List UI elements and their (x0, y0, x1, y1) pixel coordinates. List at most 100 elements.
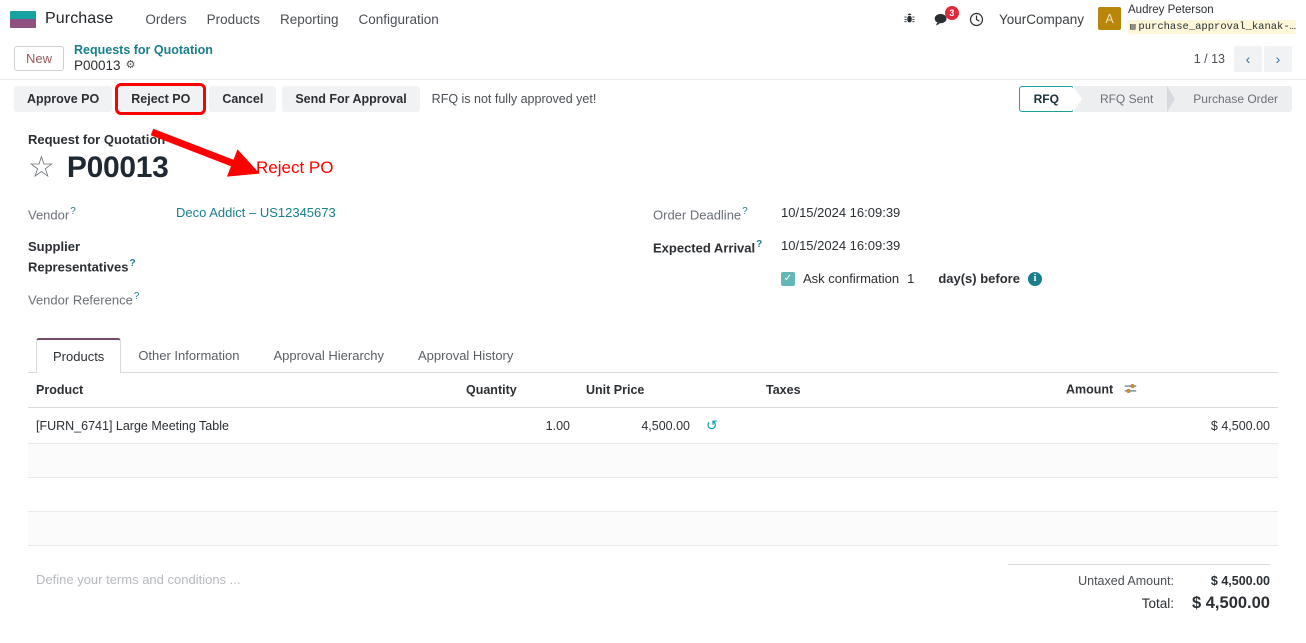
status-step-rfq[interactable]: RFQ (1018, 86, 1074, 112)
reset-price-icon[interactable]: ↺ (706, 417, 718, 434)
cell-quantity[interactable]: 1.00 (458, 407, 578, 445)
column-header-unit-price[interactable]: Unit Price (578, 373, 698, 409)
info-icon[interactable]: i (1027, 271, 1042, 286)
nav-menu-products[interactable]: Products (197, 8, 270, 31)
cell-product[interactable]: [FURN_6741] Large Meeting Table (28, 407, 458, 445)
form-columns: Vendor? Deco Addict – US12345673 Supplie… (28, 205, 1278, 323)
field-row-vendor-reference: Vendor Reference? (28, 290, 653, 310)
new-record-button[interactable]: New (14, 46, 65, 71)
column-header-amount[interactable]: Amount (1058, 373, 1278, 409)
column-header-amount-label: Amount (1066, 382, 1114, 397)
chat-icon[interactable]: 3 (934, 5, 959, 27)
page-title: P00013 (66, 151, 169, 184)
help-icon-expected-arrival[interactable]: ? (756, 239, 762, 250)
user-name: Audrey Peterson (1128, 4, 1214, 17)
company-selector[interactable]: YourCompany (999, 12, 1084, 27)
gear-icon[interactable]: ⚙ (126, 59, 136, 72)
send-for-approval-button[interactable]: Send For Approval (282, 86, 420, 112)
table-filler-row (28, 511, 1278, 547)
help-icon-order-deadline[interactable]: ? (742, 206, 748, 217)
app-brand-name[interactable]: Purchase (45, 10, 113, 28)
ask-confirmation-label: Ask confirmation (803, 271, 900, 287)
reject-po-button[interactable]: Reject PO (115, 83, 207, 115)
pager-previous-button[interactable]: ‹ (1234, 45, 1262, 72)
database-icon: ▤ (1130, 21, 1136, 32)
column-header-quantity[interactable]: Quantity (458, 373, 578, 409)
table-filler-row (28, 477, 1278, 513)
field-row-expected-arrival: Expected Arrival? 10/15/2024 16:09:39 (653, 238, 1278, 258)
terms-and-conditions-input[interactable]: Define your terms and conditions ... (36, 564, 1008, 616)
status-arrow-icon-2 (1167, 86, 1176, 112)
tab-products[interactable]: Products (36, 338, 122, 374)
cancel-button[interactable]: Cancel (209, 86, 277, 112)
database-tag: ▤ purchase_approval_kanak-… (1128, 19, 1296, 34)
pager-next-button[interactable]: › (1264, 45, 1292, 72)
clock-icon[interactable] (969, 12, 984, 27)
vendor-value[interactable]: Deco Addict – US12345673 (176, 205, 336, 220)
table-row[interactable]: [FURN_6741] Large Meeting Table 1.00 4,5… (28, 407, 1278, 445)
ask-confirmation-checkbox[interactable]: ✓ (781, 271, 795, 286)
supplier-representatives-label: Supplier Representatives? (28, 239, 136, 275)
sheet-footer: Define your terms and conditions ... Unt… (28, 564, 1278, 616)
ask-confirmation-row: ✓ Ask confirmation 1 day(s) before i (653, 271, 1278, 286)
breadcrumb-parent-link[interactable]: Requests for Quotation (74, 43, 213, 58)
notebook-tabs: Products Other Information Approval Hier… (28, 337, 1278, 374)
pager-counter: 1 / 13 (1193, 51, 1225, 66)
breadcrumb-current: P00013 ⚙ (74, 58, 213, 74)
untaxed-amount-value: $ 4,500.00 (1210, 574, 1270, 589)
order-deadline-value[interactable]: 10/15/2024 16:09:39 (781, 205, 900, 220)
cell-taxes[interactable] (758, 407, 1058, 445)
untaxed-amount-row: Untaxed Amount: $ 4,500.00 (1008, 571, 1270, 591)
tab-approval-history[interactable]: Approval History (401, 338, 530, 373)
column-header-taxes[interactable]: Taxes (758, 373, 1058, 409)
help-icon-vendor-reference[interactable]: ? (134, 291, 140, 302)
status-bar: RFQ RFQ Sent Purchase Order (1018, 86, 1292, 112)
help-icon-supplier-representatives[interactable]: ? (129, 258, 135, 269)
status-step-rfq-sent[interactable]: RFQ Sent (1082, 86, 1167, 112)
top-navbar: Purchase Orders Products Reporting Confi… (0, 0, 1306, 38)
form-left-column: Vendor? Deco Addict – US12345673 Supplie… (28, 205, 653, 323)
untaxed-amount-label: Untaxed Amount: (1078, 574, 1174, 589)
user-menu[interactable]: A Audrey Peterson ▤ purchase_approval_ka… (1098, 4, 1296, 34)
vendor-reference-label: Vendor Reference? (28, 291, 140, 308)
favorite-star-icon[interactable]: ☆ (28, 153, 55, 183)
form-right-column: Order Deadline? 10/15/2024 16:09:39 Expe… (653, 205, 1278, 323)
order-lines-body: [FURN_6741] Large Meeting Table 1.00 4,5… (28, 407, 1278, 547)
breadcrumb: Requests for Quotation P00013 ⚙ (74, 43, 213, 74)
cell-reset-price: ↺ (698, 407, 758, 445)
order-deadline-label: Order Deadline? (653, 206, 748, 223)
nav-menu-reporting[interactable]: Reporting (270, 8, 349, 31)
help-icon-vendor[interactable]: ? (70, 206, 76, 217)
nav-menu-orders[interactable]: Orders (135, 8, 196, 31)
ask-confirmation-days[interactable]: 1 (907, 271, 914, 286)
approve-po-button[interactable]: Approve PO (14, 86, 113, 112)
avatar: A (1098, 7, 1121, 31)
record-title-row: ☆ P00013 (28, 151, 1278, 185)
field-row-vendor: Vendor? Deco Addict – US12345673 (28, 205, 653, 225)
vendor-label: Vendor? (28, 206, 76, 223)
nav-menu-configuration[interactable]: Configuration (349, 8, 449, 31)
approval-warning-text: RFQ is not fully approved yet! (431, 92, 597, 106)
record-pager: 1 / 13 ‹ › (1193, 45, 1292, 72)
column-header-spacer (698, 373, 758, 409)
chat-unread-badge: 3 (944, 5, 959, 20)
column-header-product[interactable]: Product (28, 373, 458, 409)
expected-arrival-label: Expected Arrival? (653, 239, 763, 256)
total-label: Total: (1141, 596, 1174, 612)
totals-block: Untaxed Amount: $ 4,500.00 Total: $ 4,50… (1008, 564, 1270, 616)
expected-arrival-value[interactable]: 10/15/2024 16:09:39 (781, 238, 900, 253)
field-row-order-deadline: Order Deadline? 10/15/2024 16:09:39 (653, 205, 1278, 225)
notebook: Products Other Information Approval Hier… (28, 337, 1278, 547)
sliders-icon[interactable] (1124, 383, 1137, 398)
field-row-supplier-representatives: Supplier Representatives? (28, 238, 653, 277)
purchase-logo-icon (10, 10, 36, 28)
form-type-label: Request for Quotation (28, 132, 166, 147)
tab-other-information[interactable]: Other Information (121, 338, 256, 373)
status-step-purchase-order[interactable]: Purchase Order (1175, 86, 1292, 112)
status-arrow-icon (1072, 86, 1082, 112)
ask-confirmation-suffix: day(s) before (938, 271, 1020, 287)
cell-unit-price[interactable]: 4,500.00 (578, 407, 698, 445)
breadcrumb-current-label: P00013 (74, 57, 121, 73)
tab-approval-hierarchy[interactable]: Approval Hierarchy (256, 338, 401, 373)
bug-icon[interactable] (903, 12, 916, 26)
